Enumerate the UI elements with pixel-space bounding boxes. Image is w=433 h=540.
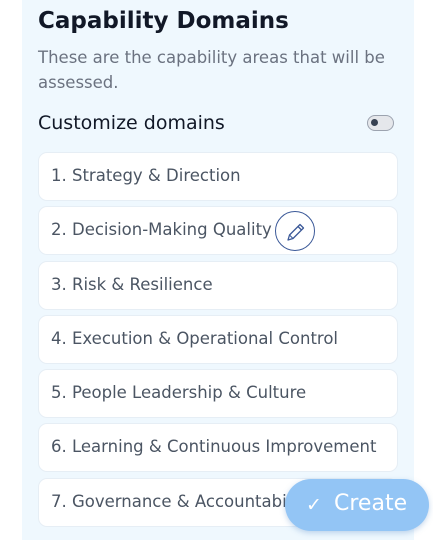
domain-list: 1. Strategy & Direction 2. Decision-Maki… (38, 152, 398, 532)
create-button[interactable]: ✓ Create (285, 479, 429, 531)
domain-item-people-leadership[interactable]: 5. People Leadership & Culture (38, 369, 398, 419)
create-button-label: Create (334, 491, 408, 516)
domain-label: 1. Strategy & Direction (51, 166, 241, 185)
domain-item-risk[interactable]: 3. Risk & Resilience (38, 260, 398, 310)
domain-item-execution[interactable]: 4. Execution & Operational Control (38, 314, 398, 364)
pencil-icon (287, 224, 305, 241)
page-title: Capability Domains (38, 8, 289, 34)
edit-domain-button[interactable] (275, 211, 315, 252)
domain-label: 6. Learning & Continuous Improvement (51, 437, 377, 457)
domain-item-strategy[interactable]: 1. Strategy & Direction (38, 152, 398, 201)
customize-domains-toggle[interactable] (367, 115, 394, 131)
toggle-knob (371, 119, 378, 126)
domain-label: 2. Decision-Making Quality (51, 220, 272, 240)
domain-label: 7. Governance & Accountabi (51, 491, 287, 511)
domain-item-learning[interactable]: 6. Learning & Continuous Improvement (38, 423, 398, 473)
domain-item-decision-making[interactable]: 2. Decision-Making Quality (38, 206, 398, 256)
domain-label: 3. Risk & Resilience (51, 274, 213, 294)
domain-label: 4. Execution & Operational Control (51, 328, 339, 348)
domain-label: 5. People Leadership & Culture (51, 383, 307, 403)
section-description: These are the capability areas that will… (38, 48, 385, 92)
check-icon: ✓ (306, 494, 322, 516)
customize-domains-label: Customize domains (38, 112, 225, 134)
